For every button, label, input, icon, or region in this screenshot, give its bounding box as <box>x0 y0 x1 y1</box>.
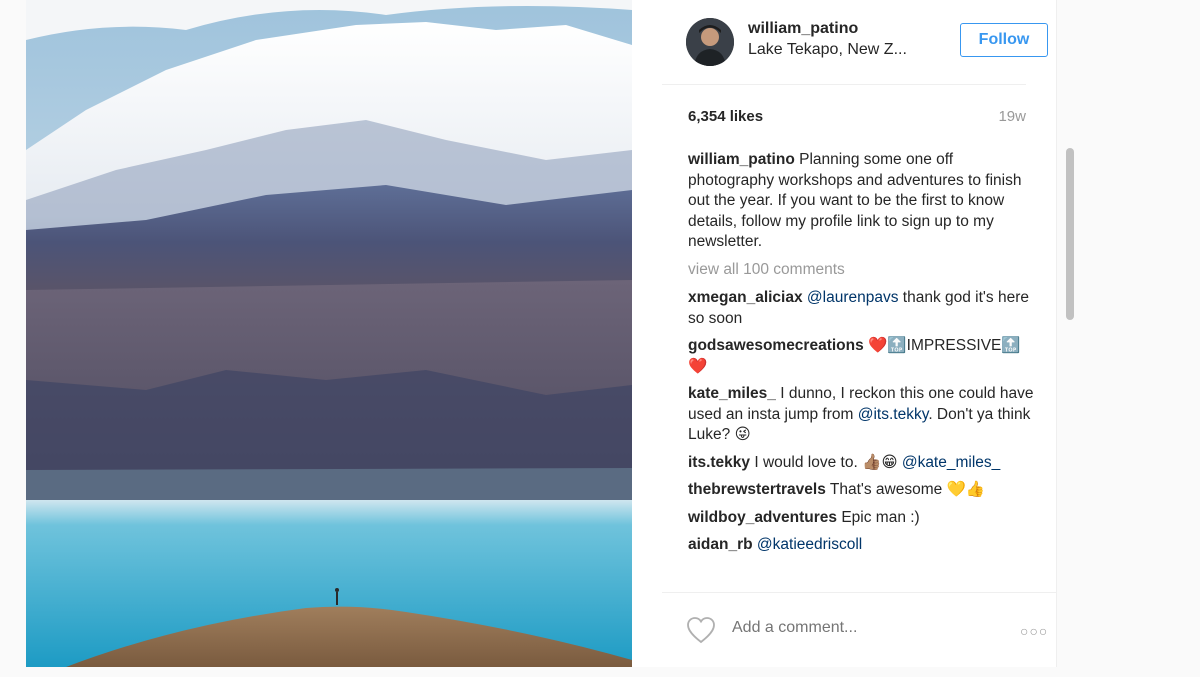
comments-list: william_patino Planning some one off pho… <box>688 150 1038 592</box>
comment-username[interactable]: aidan_rb <box>688 536 753 553</box>
heart-icon[interactable] <box>686 616 716 644</box>
comment-username[interactable]: thebrewstertravels <box>688 481 826 498</box>
scrollbar-thumb[interactable] <box>1066 148 1074 320</box>
post-location[interactable]: Lake Tekapo, New Z... <box>748 41 938 59</box>
comment-item: aidan_rb @katieedriscoll <box>688 535 1038 556</box>
comment-item: wildboy_adventures Epic man :) <box>688 508 1038 529</box>
comment-item: xmegan_aliciax @laurenpavs thank god it'… <box>688 288 1038 329</box>
post-photo[interactable] <box>26 0 632 667</box>
comment-username[interactable]: kate_miles_ <box>688 385 776 402</box>
comment-username[interactable]: xmegan_aliciax <box>688 289 803 306</box>
comment-bar: ○○○ <box>662 592 1056 668</box>
view-all-comments-link[interactable]: view all 100 comments <box>688 260 1038 281</box>
comment-item: thebrewstertravels That's awesome 💛👍 <box>688 480 1038 501</box>
comment-username[interactable]: wildboy_adventures <box>688 509 837 526</box>
post-age: 19w <box>998 108 1026 125</box>
comment-mention[interactable]: @katieedriscoll <box>757 536 862 553</box>
post-card: william_patino Lake Tekapo, New Z... Fol… <box>26 0 1074 668</box>
comments-scrollbar[interactable] <box>1066 148 1076 592</box>
comment-mention[interactable]: @kate_miles_ <box>902 454 1000 471</box>
likes-count[interactable]: 6,354 likes <box>688 108 763 125</box>
follow-button[interactable]: Follow <box>960 23 1048 57</box>
more-options-icon[interactable]: ○○○ <box>1020 623 1048 639</box>
comment-username[interactable]: godsawesomecreations <box>688 337 864 354</box>
comment-item: kate_miles_ I dunno, I reckon this one c… <box>688 384 1038 446</box>
landscape-image <box>26 0 632 667</box>
add-comment-input[interactable] <box>732 619 1002 637</box>
post-header: william_patino Lake Tekapo, New Z... Fol… <box>662 0 1048 85</box>
comment-item: godsawesomecreations ❤️🔝IMPRESSIVE🔝❤️ <box>688 336 1038 377</box>
post-sidebar: william_patino Lake Tekapo, New Z... Fol… <box>632 0 1074 668</box>
caption-username[interactable]: william_patino <box>688 151 795 168</box>
comment-mention[interactable]: @its.tekky <box>858 406 929 423</box>
avatar[interactable] <box>686 18 734 66</box>
comment-text: Epic man :) <box>837 508 920 526</box>
avatar-image <box>686 18 734 66</box>
comment-mention[interactable]: @laurenpavs <box>807 289 899 306</box>
comment-item: its.tekky I would love to. 👍🏽😁 @kate_mil… <box>688 453 1038 474</box>
caption: william_patino Planning some one off pho… <box>688 150 1038 253</box>
post-username[interactable]: william_patino <box>748 20 858 38</box>
comment-text: That's awesome 💛👍 <box>825 481 986 498</box>
comment-text: I would love to. 👍🏽😁 <box>750 453 902 471</box>
comment-username[interactable]: its.tekky <box>688 454 750 471</box>
